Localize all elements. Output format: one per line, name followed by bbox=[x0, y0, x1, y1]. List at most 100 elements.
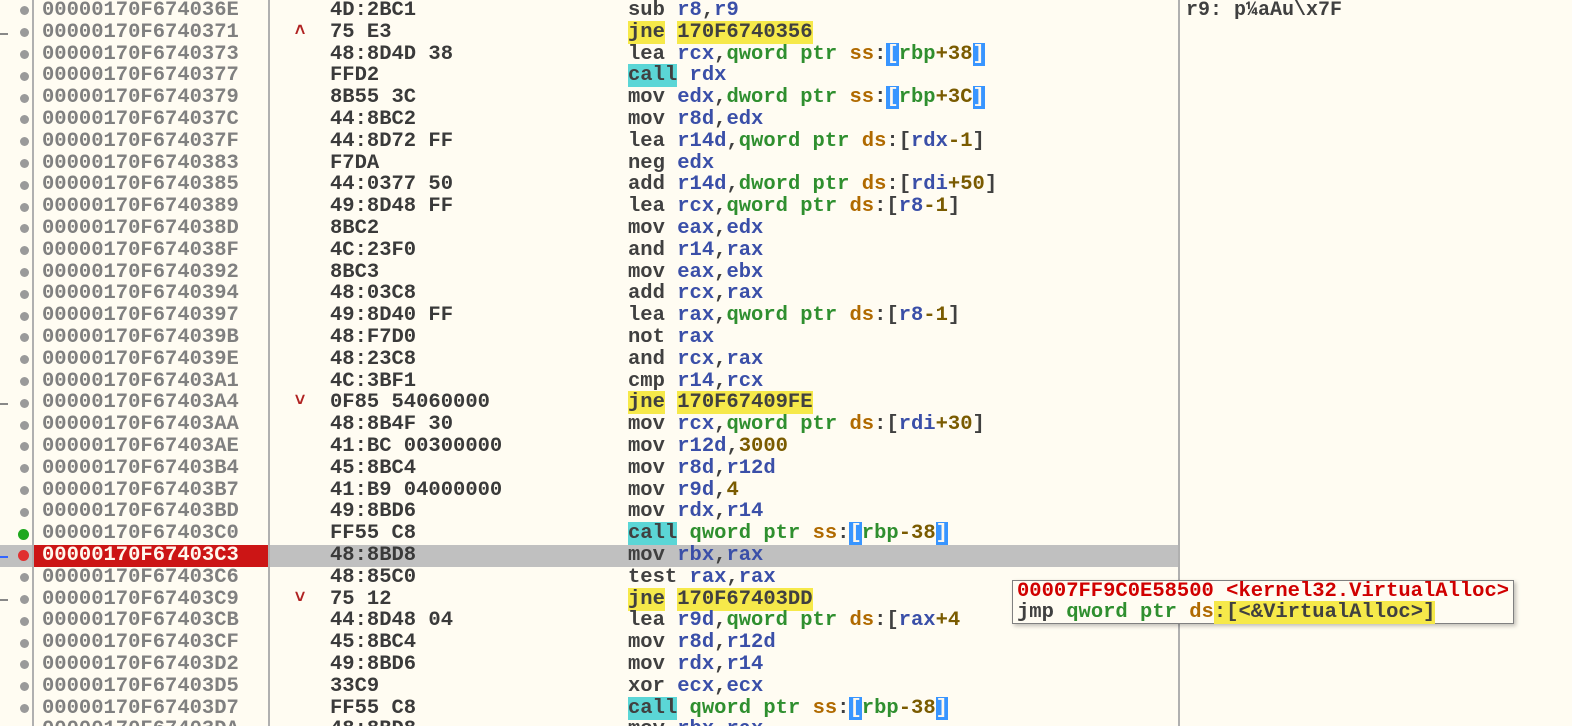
disasm-row[interactable]: 00000170F674038F4C:23F0and r14,rax bbox=[0, 240, 1178, 262]
breakpoint-gutter[interactable] bbox=[0, 414, 34, 436]
breakpoint-slot-icon[interactable] bbox=[20, 639, 29, 648]
breakpoint-slot-icon[interactable] bbox=[20, 72, 29, 81]
breakpoint-slot-icon[interactable] bbox=[20, 442, 29, 451]
disasm-row[interactable]: 00000170F674039E48:23C8and rcx,rax bbox=[0, 349, 1178, 371]
breakpoint-slot-icon[interactable] bbox=[20, 573, 29, 582]
breakpoint-slot-icon[interactable] bbox=[20, 290, 29, 299]
breakpoint-slot-icon[interactable] bbox=[20, 115, 29, 124]
breakpoint-gutter[interactable] bbox=[0, 523, 34, 545]
breakpoint-gutter[interactable] bbox=[0, 131, 34, 153]
breakpoint-gutter[interactable] bbox=[0, 349, 34, 371]
breakpoint-gutter[interactable] bbox=[0, 65, 34, 87]
breakpoint-slot-icon[interactable] bbox=[20, 617, 29, 626]
disasm-row[interactable]: 00000170F674038544:0377 50add r14d,dword… bbox=[0, 174, 1178, 196]
disassembly-pane[interactable]: 00000170F674036E4D:2BC1sub r8,r900000170… bbox=[0, 0, 1178, 726]
breakpoint-slot-icon[interactable] bbox=[20, 595, 29, 604]
breakpoint-slot-icon[interactable] bbox=[20, 312, 29, 321]
breakpoint-gutter[interactable] bbox=[0, 109, 34, 131]
breakpoint-gutter[interactable] bbox=[0, 458, 34, 480]
breakpoint-gutter[interactable] bbox=[0, 589, 34, 611]
breakpoint-slot-icon[interactable] bbox=[20, 246, 29, 255]
breakpoint-gutter[interactable] bbox=[0, 153, 34, 175]
disasm-row[interactable]: 00000170F67403928BC3mov eax,ebx bbox=[0, 262, 1178, 284]
breakpoint-gutter[interactable] bbox=[0, 567, 34, 589]
breakpoint-gutter[interactable] bbox=[0, 392, 34, 414]
breakpoint-gutter[interactable] bbox=[0, 501, 34, 523]
breakpoint-red-icon[interactable] bbox=[18, 550, 29, 561]
breakpoint-gutter[interactable] bbox=[0, 240, 34, 262]
breakpoint-slot-icon[interactable] bbox=[20, 224, 29, 233]
disasm-row[interactable]: 00000170F67403AA48:8B4F 30mov rcx,qword … bbox=[0, 414, 1178, 436]
disasm-row[interactable]: 00000170F67403B445:8BC4mov r8d,r12d bbox=[0, 458, 1178, 480]
breakpoint-gutter[interactable] bbox=[0, 632, 34, 654]
disasm-row[interactable]: 00000170F67403D7FF55 C8call qword ptr ss… bbox=[0, 698, 1178, 720]
breakpoint-gutter[interactable] bbox=[0, 654, 34, 676]
breakpoint-gutter[interactable] bbox=[0, 327, 34, 349]
disasm-row[interactable]: 00000170F67403CB44:8D48 04lea r9d,qword … bbox=[0, 610, 1178, 632]
breakpoint-gutter[interactable] bbox=[0, 174, 34, 196]
disasm-row[interactable]: 00000170F674038D8BC2mov eax,edx bbox=[0, 218, 1178, 240]
disasm-row[interactable]: 00000170F674037F44:8D72 FFlea r14d,qword… bbox=[0, 131, 1178, 153]
breakpoint-green-icon[interactable] bbox=[18, 529, 29, 540]
breakpoint-gutter[interactable] bbox=[0, 262, 34, 284]
breakpoint-slot-icon[interactable] bbox=[20, 6, 29, 15]
disasm-row[interactable]: 00000170F674037C44:8BC2mov r8d,edx bbox=[0, 109, 1178, 131]
disasm-row[interactable]: 00000170F67403D533C9xor ecx,ecx bbox=[0, 676, 1178, 698]
breakpoint-gutter[interactable] bbox=[0, 0, 34, 22]
breakpoint-slot-icon[interactable] bbox=[20, 94, 29, 103]
breakpoint-gutter[interactable] bbox=[0, 480, 34, 502]
disasm-row[interactable]: 00000170F6740371˄75 E3jne 170F6740356 bbox=[0, 22, 1178, 44]
disasm-row[interactable]: 00000170F67403AE41:BC 00300000mov r12d,3… bbox=[0, 436, 1178, 458]
disasm-row[interactable]: 00000170F67403A14C:3BF1cmp r14,rcx bbox=[0, 371, 1178, 393]
breakpoint-gutter[interactable] bbox=[0, 698, 34, 720]
breakpoint-gutter[interactable] bbox=[0, 371, 34, 393]
breakpoint-slot-icon[interactable] bbox=[20, 268, 29, 277]
disasm-row[interactable]: 00000170F67403DA48:8BD8mov rbx,rax bbox=[0, 719, 1178, 726]
breakpoint-slot-icon[interactable] bbox=[20, 355, 29, 364]
disasm-row[interactable]: 00000170F67403CF45:8BC4mov r8d,r12d bbox=[0, 632, 1178, 654]
breakpoint-slot-icon[interactable] bbox=[20, 508, 29, 517]
breakpoint-gutter[interactable] bbox=[0, 719, 34, 726]
breakpoint-slot-icon[interactable] bbox=[20, 50, 29, 59]
breakpoint-slot-icon[interactable] bbox=[20, 421, 29, 430]
breakpoint-slot-icon[interactable] bbox=[20, 682, 29, 691]
disasm-row[interactable]: 00000170F67403B741:B9 04000000mov r9d,4 bbox=[0, 480, 1178, 502]
breakpoint-gutter[interactable] bbox=[0, 436, 34, 458]
breakpoint-gutter[interactable] bbox=[0, 44, 34, 66]
breakpoint-gutter[interactable] bbox=[0, 545, 34, 567]
disasm-row[interactable]: 00000170F674036E4D:2BC1sub r8,r9 bbox=[0, 0, 1178, 22]
breakpoint-slot-icon[interactable] bbox=[20, 399, 29, 408]
disasm-row[interactable]: 00000170F67403D249:8BD6mov rdx,r14 bbox=[0, 654, 1178, 676]
disasm-row[interactable]: 00000170F674037348:8D4D 38lea rcx,qword … bbox=[0, 44, 1178, 66]
breakpoint-slot-icon[interactable] bbox=[20, 137, 29, 146]
breakpoint-slot-icon[interactable] bbox=[20, 28, 29, 37]
breakpoint-gutter[interactable] bbox=[0, 196, 34, 218]
breakpoint-slot-icon[interactable] bbox=[20, 464, 29, 473]
breakpoint-gutter[interactable] bbox=[0, 22, 34, 44]
disasm-row[interactable]: 00000170F674038949:8D48 FFlea rcx,qword … bbox=[0, 196, 1178, 218]
breakpoint-gutter[interactable] bbox=[0, 610, 34, 632]
disasm-row[interactable]: 00000170F67403BD49:8BD6mov rdx,r14 bbox=[0, 501, 1178, 523]
disasm-row[interactable]: 00000170F67403C9˅75 12jne 170F67403DD bbox=[0, 589, 1178, 611]
breakpoint-gutter[interactable] bbox=[0, 305, 34, 327]
disasm-row[interactable]: 00000170F674039749:8D40 FFlea rax,qword … bbox=[0, 305, 1178, 327]
breakpoint-slot-icon[interactable] bbox=[20, 486, 29, 495]
disasm-row[interactable]: 00000170F67403C348:8BD8mov rbx,rax bbox=[0, 545, 1178, 567]
breakpoint-slot-icon[interactable] bbox=[20, 704, 29, 713]
breakpoint-slot-icon[interactable] bbox=[20, 333, 29, 342]
breakpoint-gutter[interactable] bbox=[0, 218, 34, 240]
disasm-row[interactable]: 00000170F67403798B55 3Cmov edx,dword ptr… bbox=[0, 87, 1178, 109]
disasm-row[interactable]: 00000170F674039B48:F7D0not rax bbox=[0, 327, 1178, 349]
breakpoint-slot-icon[interactable] bbox=[20, 159, 29, 168]
disasm-row[interactable]: 00000170F67403A4˅0F85 54060000jne 170F67… bbox=[0, 392, 1178, 414]
breakpoint-gutter[interactable] bbox=[0, 676, 34, 698]
disasm-row[interactable]: 00000170F6740383F7DAneg edx bbox=[0, 153, 1178, 175]
breakpoint-slot-icon[interactable] bbox=[20, 377, 29, 386]
disasm-row[interactable]: 00000170F6740377FFD2call rdx bbox=[0, 65, 1178, 87]
breakpoint-gutter[interactable] bbox=[0, 283, 34, 305]
breakpoint-slot-icon[interactable] bbox=[20, 203, 29, 212]
disasm-row[interactable]: 00000170F67403C648:85C0test rax,rax bbox=[0, 567, 1178, 589]
breakpoint-slot-icon[interactable] bbox=[20, 181, 29, 190]
disasm-row[interactable]: 00000170F67403C0FF55 C8call qword ptr ss… bbox=[0, 523, 1178, 545]
breakpoint-slot-icon[interactable] bbox=[20, 660, 29, 669]
